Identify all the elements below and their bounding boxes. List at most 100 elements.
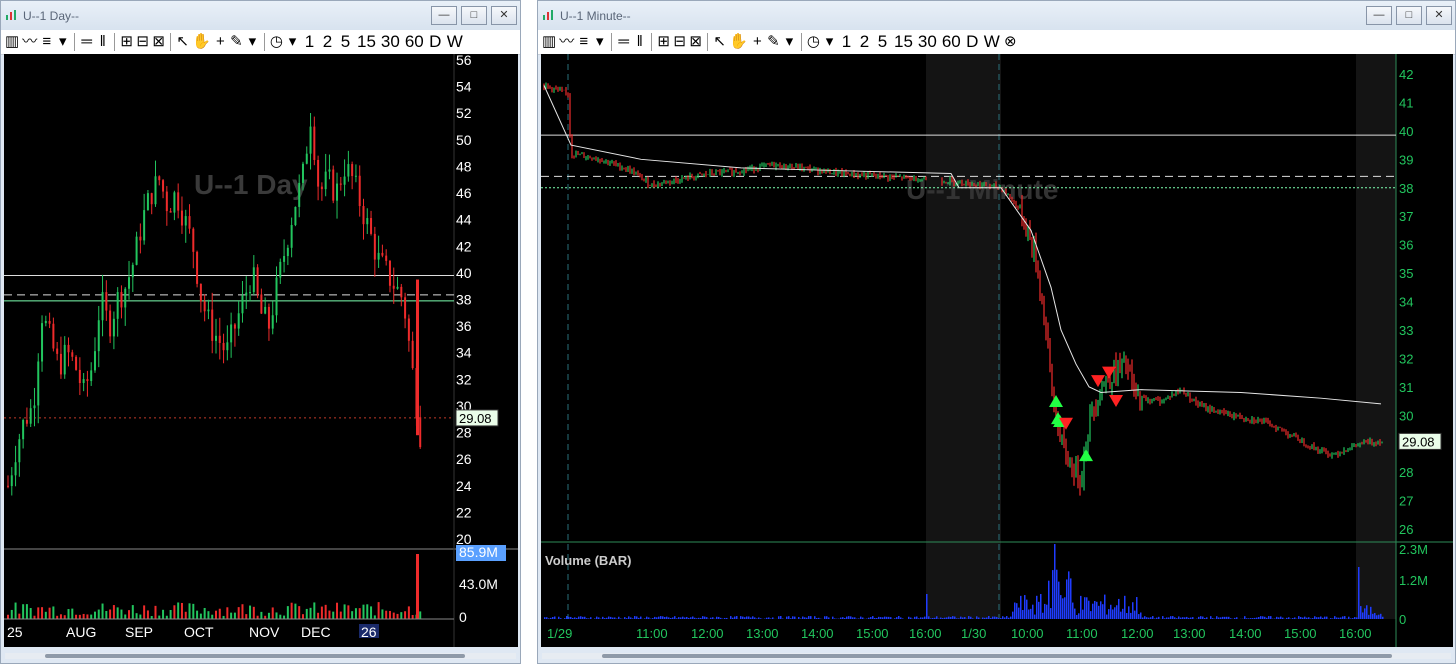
candle-body bbox=[59, 353, 62, 375]
maximize-button[interactable]: □ bbox=[461, 6, 487, 25]
close-button[interactable]: ✕ bbox=[491, 6, 517, 25]
drawing-icon[interactable]: ≡ bbox=[576, 32, 591, 52]
volume-bar bbox=[1070, 578, 1072, 619]
hline-icon[interactable]: ═ bbox=[79, 32, 94, 52]
zoom-fit-icon[interactable]: ⊠ bbox=[151, 32, 166, 52]
crosshair-icon[interactable]: + bbox=[213, 32, 228, 52]
hline-icon[interactable]: ═ bbox=[616, 32, 631, 52]
interval-button[interactable]: W bbox=[445, 32, 465, 52]
dropdown-arrow-icon[interactable]: ▾ bbox=[782, 32, 797, 52]
volume-tick-label: 0 bbox=[1399, 612, 1406, 627]
volume-bar bbox=[7, 614, 9, 619]
close-circle-icon[interactable]: ⊗ bbox=[1003, 32, 1018, 52]
interval-button[interactable]: 1 bbox=[838, 32, 855, 52]
volume-bar bbox=[630, 617, 632, 619]
vline-icon[interactable]: ‖ bbox=[632, 32, 647, 52]
volume-bar bbox=[962, 617, 964, 619]
volume-bar bbox=[676, 618, 678, 619]
dropdown-arrow-icon[interactable]: ▾ bbox=[822, 32, 837, 52]
volume-bar bbox=[1072, 602, 1074, 619]
volume-bar bbox=[862, 617, 864, 619]
interval-button[interactable]: 1 bbox=[301, 32, 318, 52]
volume-bar bbox=[1122, 608, 1124, 619]
interval-button[interactable]: W bbox=[982, 32, 1002, 52]
volume-bar bbox=[674, 616, 676, 619]
line-chart-icon[interactable]: 〰 bbox=[558, 32, 575, 52]
volume-bar bbox=[634, 616, 636, 619]
interval-button[interactable]: 15 bbox=[892, 32, 915, 52]
volume-bar bbox=[1220, 617, 1222, 619]
volume-bar bbox=[1046, 604, 1048, 619]
candle-body bbox=[173, 192, 176, 213]
close-button[interactable]: ✕ bbox=[1426, 6, 1452, 25]
clock-icon[interactable]: ◷ bbox=[269, 32, 284, 52]
zoom-out-icon[interactable]: ⊟ bbox=[672, 32, 687, 52]
interval-button[interactable]: D bbox=[427, 32, 444, 52]
title-bar[interactable]: U--1 Minute-- — □ ✕ bbox=[538, 1, 1455, 30]
volume-bar bbox=[1038, 601, 1040, 619]
interval-button[interactable]: 5 bbox=[874, 32, 891, 52]
dropdown-arrow-icon[interactable]: ▾ bbox=[245, 32, 260, 52]
minimize-button[interactable]: — bbox=[431, 6, 457, 25]
bar-chart-icon[interactable]: ▥ bbox=[4, 32, 20, 52]
volume-bar bbox=[1286, 617, 1288, 619]
time-axis-label: 12:00 bbox=[1121, 626, 1154, 641]
interval-button[interactable]: 60 bbox=[940, 32, 963, 52]
zoom-in-icon[interactable]: ⊞ bbox=[656, 32, 671, 52]
line-chart-icon[interactable]: 〰 bbox=[21, 32, 38, 52]
volume-bar bbox=[934, 617, 936, 619]
volume-bar bbox=[772, 617, 774, 619]
volume-bar bbox=[870, 617, 872, 619]
vline-icon[interactable]: ‖ bbox=[95, 32, 110, 52]
horizontal-scrollbar[interactable] bbox=[542, 653, 1451, 659]
zoom-fit-icon[interactable]: ⊠ bbox=[688, 32, 703, 52]
volume-bar bbox=[1032, 604, 1034, 619]
interval-button[interactable]: 2 bbox=[856, 32, 873, 52]
interval-button[interactable]: 5 bbox=[337, 32, 354, 52]
price-tick-label: 36 bbox=[456, 318, 472, 334]
horizontal-scrollbar[interactable] bbox=[5, 653, 516, 659]
drawing-icon[interactable]: ≡ bbox=[39, 32, 54, 52]
zoom-in-icon[interactable]: ⊞ bbox=[119, 32, 134, 52]
volume-bar bbox=[1098, 605, 1100, 619]
volume-bar bbox=[1314, 616, 1316, 619]
pencil-icon[interactable]: ✎ bbox=[229, 32, 244, 52]
daily-chart-area[interactable]: 56545250484644424038363432302826242220U-… bbox=[4, 54, 518, 647]
candle-body bbox=[63, 344, 66, 375]
volume-bar bbox=[10, 609, 13, 619]
candle-body bbox=[396, 286, 399, 289]
price-tick-label: 35 bbox=[1399, 266, 1413, 281]
bar-chart-icon[interactable]: ▥ bbox=[541, 32, 557, 52]
volume-bar bbox=[704, 616, 706, 619]
dropdown-arrow-icon[interactable]: ▾ bbox=[285, 32, 300, 52]
interval-button[interactable]: 60 bbox=[403, 32, 426, 52]
zoom-out-icon[interactable]: ⊟ bbox=[135, 32, 150, 52]
volume-bar bbox=[566, 616, 568, 619]
hand-icon[interactable]: ✋ bbox=[728, 32, 749, 52]
minimize-button[interactable]: — bbox=[1366, 6, 1392, 25]
interval-button[interactable]: 15 bbox=[355, 32, 378, 52]
candle-body bbox=[370, 218, 373, 234]
volume-bar bbox=[730, 616, 732, 619]
hand-icon[interactable]: ✋ bbox=[191, 32, 212, 52]
volume-bar bbox=[1236, 617, 1238, 619]
pencil-icon[interactable]: ✎ bbox=[766, 32, 781, 52]
interval-button[interactable]: 2 bbox=[319, 32, 336, 52]
dropdown-arrow-icon[interactable]: ▾ bbox=[592, 32, 607, 52]
volume-bar bbox=[970, 616, 972, 619]
title-bar[interactable]: U--1 Day-- — □ ✕ bbox=[1, 1, 520, 30]
dropdown-arrow-icon[interactable]: ▾ bbox=[55, 32, 70, 52]
minute-chart-area[interactable]: 4241403938373635343332313029282726U--1 M… bbox=[541, 54, 1453, 647]
pointer-icon[interactable]: ↖ bbox=[175, 32, 190, 52]
candle-body bbox=[109, 310, 112, 337]
interval-button[interactable]: D bbox=[964, 32, 981, 52]
volume-bar bbox=[301, 614, 304, 619]
volume-bar bbox=[790, 618, 792, 619]
crosshair-icon[interactable]: + bbox=[750, 32, 765, 52]
interval-button[interactable]: 30 bbox=[916, 32, 939, 52]
volume-bar bbox=[1372, 613, 1374, 619]
pointer-icon[interactable]: ↖ bbox=[712, 32, 727, 52]
interval-button[interactable]: 30 bbox=[379, 32, 402, 52]
maximize-button[interactable]: □ bbox=[1396, 6, 1422, 25]
clock-icon[interactable]: ◷ bbox=[806, 32, 821, 52]
